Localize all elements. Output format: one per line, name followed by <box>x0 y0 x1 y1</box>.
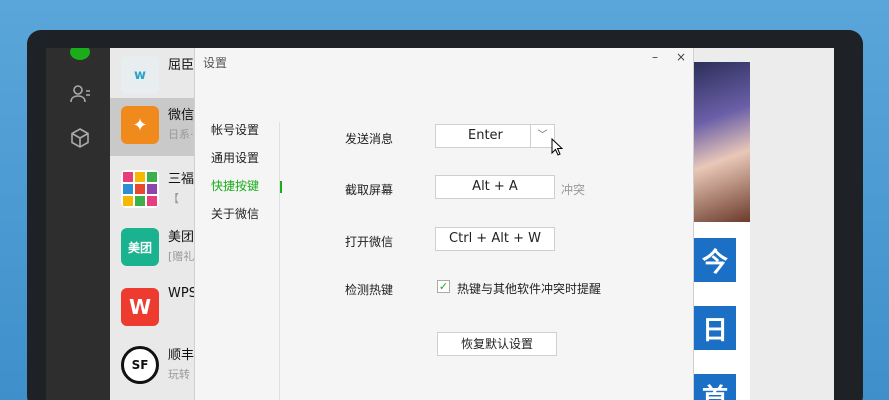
chat-name: 美团 <box>168 230 195 245</box>
conflict-reminder-label[interactable]: 热键与其他软件冲突时提醒 <box>457 280 601 297</box>
detect-hotkey-label: 检测热键 <box>345 283 394 297</box>
screen: w 屈臣 ✦ 微信 日系· 三福 【 美团 美团 [赠礼 W WPS SF 顺丰… <box>46 48 834 400</box>
chat-avatar: 美团 <box>121 228 159 266</box>
close-button[interactable]: × <box>671 50 691 64</box>
conflict-reminder-checkbox[interactable]: ✓ <box>437 280 450 293</box>
chat-item-2[interactable]: 三福 【 <box>110 162 194 220</box>
collection-cube-icon[interactable] <box>68 126 92 150</box>
chat-avatar: W <box>121 288 159 326</box>
dialog-title: 设置 <box>203 56 228 70</box>
contacts-icon[interactable] <box>68 82 92 106</box>
chat-name: WPS <box>168 286 197 301</box>
mouse-cursor-icon <box>551 138 563 156</box>
chat-preview: 日系· <box>168 128 194 141</box>
chat-list: w 屈臣 ✦ 微信 日系· 三福 【 美团 美团 [赠礼 W WPS SF 顺丰… <box>110 48 197 400</box>
minimize-button[interactable]: – <box>645 50 665 64</box>
menu-item-account[interactable]: 帐号设置 <box>211 122 259 150</box>
news-block: 首 <box>694 374 736 400</box>
chat-name: 屈臣 <box>168 58 195 73</box>
news-block: 日 <box>694 306 736 350</box>
chat-item-4[interactable]: W WPS <box>110 280 197 338</box>
conflict-text: 冲突 <box>561 183 586 197</box>
chat-avatar: ✦ <box>121 106 159 144</box>
open-wechat-label: 打开微信 <box>345 235 394 249</box>
send-message-label: 发送消息 <box>345 132 394 146</box>
settings-menu: 帐号设置 通用设置 快捷按键 关于微信 <box>211 122 259 234</box>
chat-avatar: w <box>121 56 159 94</box>
chat-icon[interactable] <box>68 48 92 64</box>
chat-name: 顺丰 <box>168 348 195 363</box>
active-menu-marker <box>280 181 282 193</box>
menu-item-general[interactable]: 通用设置 <box>211 150 259 178</box>
anime-image <box>694 62 750 222</box>
open-wechat-hotkey-input[interactable]: Ctrl + Alt + W <box>435 227 555 251</box>
chat-preview: [赠礼 <box>168 250 195 263</box>
chat-avatar-mosaic-icon <box>121 170 159 208</box>
screenshot-label: 截取屏幕 <box>345 183 394 197</box>
chat-item-3[interactable]: 美团 美团 [赠礼 <box>110 220 194 278</box>
chat-item-5[interactable]: SF 顺丰 玩转 <box>110 338 194 396</box>
reset-defaults-button[interactable]: 恢复默认设置 <box>437 332 557 356</box>
chat-preview: 【 <box>168 192 179 205</box>
wechat-nav-bar <box>46 48 110 400</box>
chat-avatar: SF <box>121 346 159 384</box>
chat-name: 微信 <box>168 108 195 123</box>
news-block: 今 <box>694 238 736 282</box>
chat-item-1[interactable]: ✦ 微信 日系· <box>110 98 194 156</box>
settings-dialog: 设置 – × 帐号设置 通用设置 快捷按键 关于微信 发送消息 Enter ﹀ … <box>194 48 694 400</box>
send-message-value: Enter <box>468 128 503 143</box>
screenshot-hotkey-input[interactable]: Alt + A <box>435 175 555 199</box>
send-message-select[interactable]: Enter ﹀ <box>435 124 555 148</box>
menu-divider <box>279 122 280 400</box>
menu-item-about[interactable]: 关于微信 <box>211 206 259 234</box>
chat-name: 三福 <box>168 172 195 187</box>
menu-item-shortcuts[interactable]: 快捷按键 <box>211 178 259 206</box>
chat-preview: 玩转 <box>168 368 190 381</box>
